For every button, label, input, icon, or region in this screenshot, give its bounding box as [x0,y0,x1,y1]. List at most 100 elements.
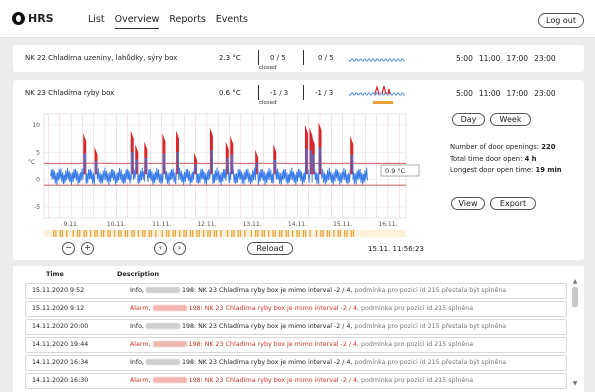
column-header-time: Time [46,270,64,278]
door-activity-mark [309,230,311,237]
divider [303,85,304,100]
log-condition: podmínka pro pozici id 215 splněna [361,377,474,384]
y-tick-label: 10 [32,122,40,129]
log-description: Alarm, 198: NK 23 Chladírna ryby box je … [130,341,474,348]
total-open-stat: Total time door open: 4 h [450,154,537,163]
sparkline [349,57,405,63]
log-description: Info, 198: NK 23 Chladírna ryby box je m… [130,323,507,330]
log-time: 15.11.2020 9:52 [32,287,85,294]
door-status: closed [259,100,277,106]
time-slot: 11:00 [478,89,501,98]
door-activity-mark [113,230,116,237]
nav-reports[interactable]: Reports [169,14,205,29]
door-activity-mark [192,230,194,237]
redacted-text [152,305,187,311]
door-activity-mark [296,230,298,237]
sensor-temperature: 0.6 °C [219,89,241,97]
log-row[interactable]: 14.11.2020 16:34 Info, 198: NK 23 Chladír… [25,355,567,371]
door-activity-mark [76,230,79,237]
nav-overview[interactable]: Overview [114,14,160,29]
door-activity-mark [257,230,259,237]
column-header-description: Description [117,270,160,278]
nav-list[interactable]: List [88,14,105,29]
reload-button[interactable]: Reload [247,242,293,255]
door-activity-mark [198,230,200,237]
previous-button[interactable]: ‹ [154,242,167,255]
chart-timestamp: 15.11. 11:56:23 [368,245,424,253]
door-stats: Number of door openings: 220 Total time … [450,142,562,177]
door-activity-mark [72,230,74,237]
door-activity-mark [118,230,120,237]
time-slot: 17:00 [506,89,529,98]
scroll-thumb[interactable] [572,287,578,307]
log-row[interactable]: 15.11.2020 9:12 Alarm, 198: NK 23 Chladír… [25,301,567,317]
week-button[interactable]: Week [490,113,531,126]
export-button[interactable]: Export [490,197,536,210]
log-condition: podmínka pro pozici id 215 přestala být … [354,359,507,366]
log-condition: podmínka pro pozici id 215 přestala být … [354,287,507,294]
door-activity-mark [100,230,103,237]
log-time: 14.11.2020 16:34 [32,359,89,366]
door-activity-mark [231,230,233,237]
view-button[interactable]: View [451,197,485,210]
main-nav: List Overview Reports Events [88,14,248,29]
time-slot: 23:00 [534,54,556,63]
door-activity-mark [350,230,352,237]
door-activity-mark [237,230,239,237]
door-activity-mark [220,230,222,237]
door-activity-mark [233,230,235,237]
log-type: Info [130,323,142,330]
log-description: Info, 198: NK 23 Chladírna ryby box je m… [130,287,507,294]
door-activity-mark [189,230,192,237]
door-activity-mark [215,230,218,237]
scroll-down-icon[interactable]: ▼ [571,380,579,387]
day-button[interactable]: Day [452,113,485,126]
redacted-text [145,287,180,293]
door-activity-mark [213,230,216,237]
door-activity-mark [281,230,283,237]
scroll-up-icon[interactable]: ▲ [571,278,579,285]
door-activity-mark [185,230,187,237]
log-description: Alarm, 198: NK 23 Chladírna ryby box je … [130,305,474,312]
nav-events[interactable]: Events [216,14,248,29]
divider [303,50,304,65]
door-activity-mark [126,230,129,237]
door-activity-mark [96,230,98,237]
zoom-out-button[interactable]: − [62,242,75,255]
time-slot: 23:00 [534,89,556,98]
temperature-chart[interactable]: 10 5 0 -5 9.11. 10.11. 11.11. 12.11. 13.11. 14.1… [26,110,421,240]
door-activity-mark [85,230,87,237]
door-activity-mark [148,230,150,237]
door-activity-mark [107,230,109,237]
zoom-in-button[interactable]: + [81,242,94,255]
door-activity-mark [333,230,335,237]
sensor-card-nk22[interactable]: NK 22 Chladírna uzeniny, lahůdky, sýry b… [13,45,584,72]
app-logo[interactable]: HRS [12,12,54,25]
door-activity-mark [94,230,96,237]
door-activity-mark [302,230,305,237]
log-row[interactable]: 14.11.2020 20:00 Info, 198: NK 23 Chladír… [25,319,567,335]
log-type: Alarm [130,305,149,312]
door-activity-mark [120,230,122,237]
log-scrollbar[interactable]: ▲ ▼ [571,278,579,388]
door-activity-mark [315,230,318,237]
door-activity-mark [272,230,274,237]
log-row[interactable]: 15.11.2020 9:52 Info, 198: NK 23 Chladírn… [25,283,567,299]
door-activity-mark [346,230,348,237]
logout-button[interactable]: Log out [538,13,584,28]
next-button[interactable]: › [173,242,186,255]
log-time: 14.11.2020 16:30 [32,377,89,384]
door-status: closed [259,65,277,71]
door-activity-mark [337,230,339,237]
y-axis: 10 5 0 -5 [32,122,40,211]
door-activity-mark [278,230,281,237]
log-row[interactable]: 14.11.2020 19:44 Alarm, 198: NK 23 Chladí… [25,337,567,353]
door-range: 0 / 5 [270,54,286,62]
sensor-name: NK 22 Chladírna uzeniny, lahůdky, sýry b… [25,54,178,62]
redacted-text [152,341,187,347]
x-tick-label: 11.11. [152,221,171,228]
door-activity-mark [268,230,270,237]
door-activity-mark [244,230,246,237]
log-row[interactable]: 14.11.2020 16:30 Alarm, 198: NK 23 Chladí… [25,373,567,389]
time-slot: 5:00 [456,89,473,98]
